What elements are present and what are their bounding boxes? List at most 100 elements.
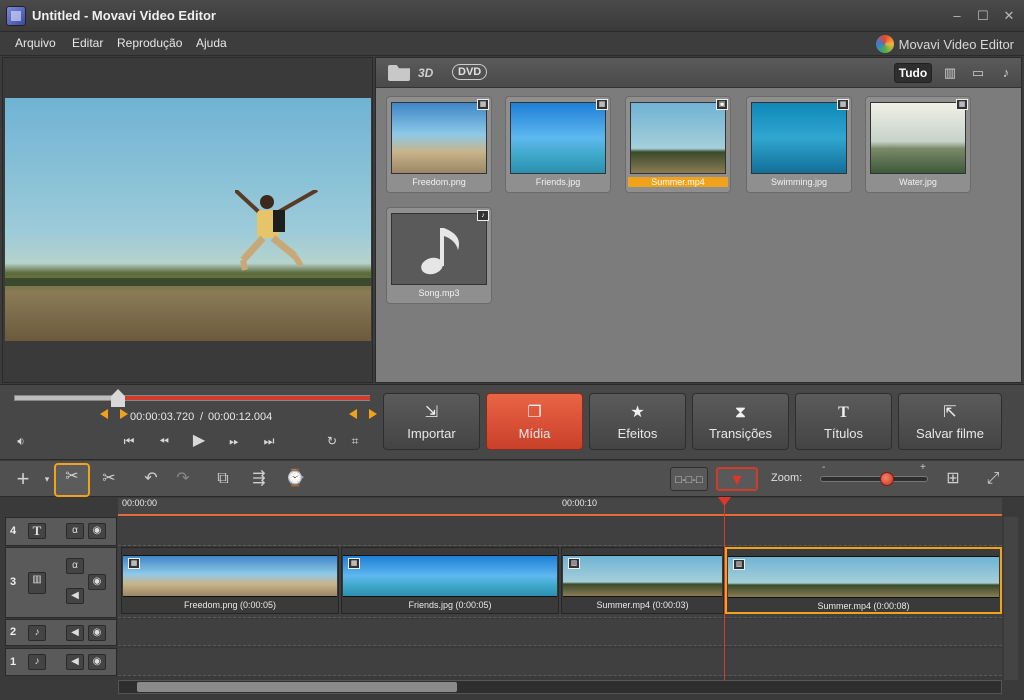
timeline-horizontal-scrollbar[interactable]: [118, 680, 1002, 694]
title-track-icon: T: [28, 523, 46, 539]
dvd-button[interactable]: DVD: [452, 64, 488, 80]
track-header-4: 4 T α ◉: [5, 517, 117, 546]
zoom-label: Zoom:: [771, 472, 803, 484]
media-thumbnail: [630, 102, 726, 174]
mute-icon[interactable]: ◀: [66, 588, 84, 604]
eye-icon[interactable]: ◉: [88, 654, 106, 670]
skip-to-start-icon[interactable]: ⏮︎: [121, 433, 137, 449]
out-marker-left-icon[interactable]: [349, 409, 357, 419]
undo-icon[interactable]: ↶: [138, 467, 164, 491]
3d-button[interactable]: 3D: [418, 66, 433, 80]
split-button[interactable]: ✂: [54, 463, 90, 497]
track-header-1: 1 ♪ ◀ ◉: [5, 648, 117, 676]
timeline-clip-selected[interactable]: ▥ Summer.mp4 (0:00:08): [725, 547, 1002, 614]
timeline-clip[interactable]: ▥ Summer.mp4 (0:00:03): [561, 547, 724, 614]
titles-button[interactable]: T Títulos: [795, 393, 892, 450]
filter-video-icon[interactable]: ▥: [942, 65, 958, 81]
export-clip-icon[interactable]: ⇶: [246, 467, 272, 491]
media-label: Song.mp3: [418, 288, 460, 298]
track-header-2: 2 ♪ ◀ ◉: [5, 619, 117, 646]
track-2[interactable]: [118, 619, 1002, 646]
timeline-toolbar: + ▾ ✂ ✂ ↶ ↷ ⧉ ⇶ ⌚ □-□-□ ▼ Zoom: - + ⊞ ⤢: [0, 461, 1024, 497]
video-type-icon: ▥: [568, 558, 580, 569]
import-button[interactable]: ⇲ Importar: [383, 393, 480, 450]
track-3[interactable]: ▦ Freedom.png (0:00:05) ▦ Friends.jpg (0…: [118, 547, 1002, 618]
track-4[interactable]: [118, 517, 1002, 546]
current-time: 00:00:03.720: [130, 411, 195, 423]
timeline-vertical-scrollbar[interactable]: [1004, 517, 1018, 680]
clip-label: Friends.jpg (0:00:05): [408, 600, 492, 610]
zoom-slider-knob[interactable]: [880, 472, 894, 486]
media-item[interactable]: ▦ Friends.jpg: [505, 96, 611, 193]
media-button[interactable]: ❐ Mídia: [486, 393, 583, 450]
track-number: 4: [10, 525, 17, 537]
time-ruler[interactable]: 00:00:00 00:00:10: [118, 498, 1002, 516]
media-item[interactable]: ♪ Song.mp3: [386, 207, 492, 304]
fit-zoom-icon[interactable]: ⊞: [940, 467, 966, 491]
overlay-icon[interactable]: α: [66, 523, 84, 539]
transitions-button[interactable]: ⧗ Transições: [692, 393, 789, 450]
video-preview[interactable]: [5, 98, 371, 341]
skip-to-end-icon[interactable]: ⏭︎: [261, 433, 277, 449]
eye-icon[interactable]: ◉: [88, 523, 106, 539]
minimize-button[interactable]: –: [948, 8, 966, 24]
mute-icon[interactable]: ◀: [66, 654, 84, 670]
fast-forward-icon[interactable]: ⏩︎: [226, 433, 242, 449]
mute-icon[interactable]: ◀: [66, 625, 84, 641]
folder-icon[interactable]: [388, 65, 410, 81]
redo-icon[interactable]: ↷: [170, 467, 196, 491]
save-movie-button[interactable]: ⇱ Salvar filme: [898, 393, 1002, 450]
volume-icon[interactable]: 🔉︎: [13, 433, 29, 449]
clip-duration-icon[interactable]: ⌚: [282, 467, 308, 491]
zoom-slider[interactable]: [820, 472, 928, 486]
clip-label: Summer.mp4 (0:00:03): [596, 600, 689, 610]
menu-ajuda[interactable]: Ajuda: [196, 36, 227, 50]
import-icon: ⇲: [424, 404, 439, 421]
seek-bar[interactable]: [14, 395, 370, 401]
in-marker-right-icon[interactable]: [120, 409, 128, 419]
rewind-icon[interactable]: ⏪︎: [156, 433, 172, 449]
filter-image-icon[interactable]: ▭: [970, 65, 986, 81]
media-item[interactable]: ▦ Water.jpg: [865, 96, 971, 193]
effects-button[interactable]: ★ Efeitos: [589, 393, 686, 450]
timeline-clip[interactable]: ▦ Friends.jpg (0:00:05): [341, 547, 559, 614]
media-thumbnail: [870, 102, 966, 174]
clip-filmstrip: [343, 555, 557, 597]
clip-properties-icon[interactable]: ⧉: [210, 467, 236, 491]
title-bar: Untitled - Movavi Video Editor – ☐ ✕: [0, 0, 1024, 32]
add-icon[interactable]: +: [10, 467, 36, 491]
timeline-clip[interactable]: ▦ Freedom.png (0:00:05): [121, 547, 339, 614]
fullscreen-icon[interactable]: ⤢: [980, 467, 1006, 491]
maximize-button[interactable]: ☐: [974, 8, 992, 24]
menu-arquivo[interactable]: Arquivo: [15, 36, 56, 50]
filter-audio-icon[interactable]: ♪: [998, 65, 1014, 81]
track-1[interactable]: [118, 648, 1002, 676]
media-thumbnail: [391, 213, 487, 285]
eye-icon[interactable]: ◉: [88, 625, 106, 641]
media-item-selected[interactable]: ▣ Summer.mp4: [625, 96, 731, 193]
menu-reproducao[interactable]: Reprodução: [117, 36, 182, 50]
rotate-icon[interactable]: ↻: [324, 433, 340, 449]
scrollbar-thumb[interactable]: [137, 682, 457, 692]
media-item[interactable]: ▦ Freedom.png: [386, 96, 492, 193]
overlay-icon[interactable]: α: [66, 558, 84, 574]
in-marker-left-icon[interactable]: [100, 409, 108, 419]
storyboard-view-button[interactable]: □-□-□: [670, 467, 708, 491]
timeline-view-button[interactable]: ▼: [716, 467, 758, 491]
filter-all-button[interactable]: Tudo: [894, 63, 932, 83]
out-marker-right-icon[interactable]: [369, 409, 377, 419]
menu-editar[interactable]: Editar: [72, 36, 103, 50]
zoom-minus: -: [822, 462, 826, 473]
media-item[interactable]: ▦ Swimming.jpg: [746, 96, 852, 193]
eye-icon[interactable]: ◉: [88, 574, 106, 590]
seek-handle[interactable]: [111, 389, 125, 407]
playhead-line[interactable]: [724, 498, 725, 684]
image-type-icon: ▦: [956, 99, 968, 110]
cut-icon[interactable]: ✂: [96, 467, 122, 491]
titles-label: Títulos: [823, 426, 863, 441]
media-label: Freedom.png: [412, 177, 466, 187]
media-label: Friends.jpg: [535, 177, 581, 187]
close-button[interactable]: ✕: [1000, 8, 1018, 24]
crop-icon[interactable]: ⌗: [347, 433, 363, 449]
play-icon[interactable]: ▶: [191, 433, 207, 449]
